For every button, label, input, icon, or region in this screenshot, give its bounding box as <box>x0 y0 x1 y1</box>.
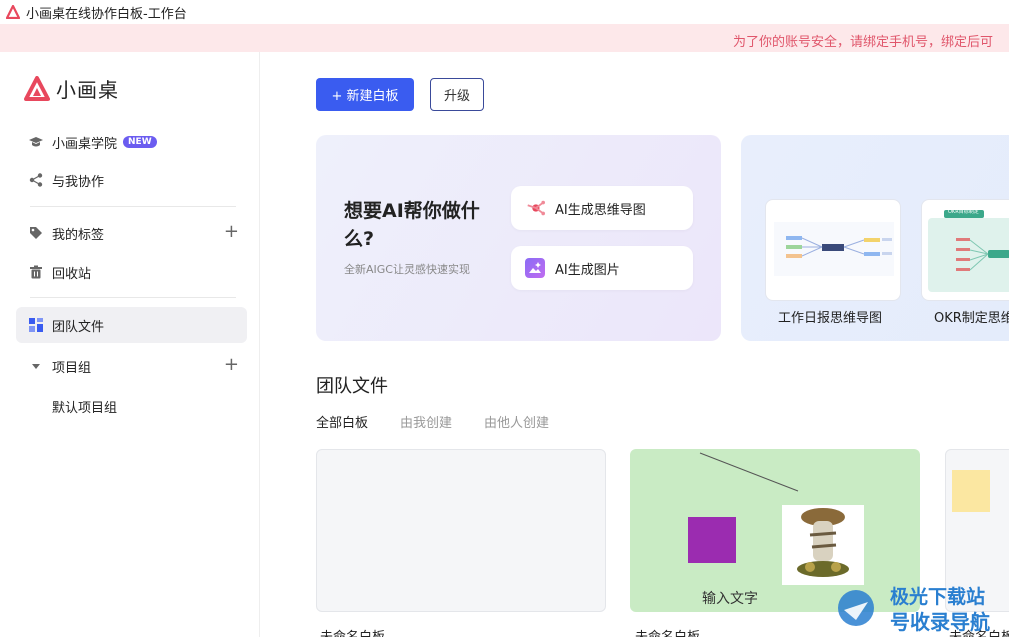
ai-option-label: AI生成思维导图 <box>555 202 646 218</box>
sidebar-item-label: 项目组 <box>52 360 92 376</box>
board-label: 未命名白板 <box>320 626 385 637</box>
brand-name: 小画桌 <box>56 78 119 102</box>
brand[interactable]: 小画桌 <box>24 74 119 103</box>
sidebar-divider <box>30 206 236 207</box>
sidebar-item-academy[interactable]: 小画桌学院 NEW <box>16 124 247 160</box>
sidebar-item-label: 我的标签 <box>52 227 105 243</box>
app-logo-icon <box>6 5 20 19</box>
ai-card: 想要AI帮你做什么? 全新AIGC让灵感快速实现 AI生成思维导图 AI生成图片 <box>316 135 721 341</box>
sidebar-item-default-project[interactable]: 默认项目组 <box>16 388 247 424</box>
sidebar-item-label: 默认项目组 <box>52 400 118 416</box>
watermark-text-bottom: 号收录导航 <box>890 610 990 634</box>
sidebar-item-label: 小画桌学院 <box>52 136 118 152</box>
mindmap-ai-icon <box>525 198 545 218</box>
tag-icon <box>28 225 44 241</box>
ai-subtitle: 全新AIGC让灵感快速实现 <box>344 263 470 276</box>
graduation-cap-icon <box>28 134 44 150</box>
new-board-button[interactable]: + 新建白板 <box>316 78 414 111</box>
add-project-icon[interactable]: + <box>224 356 239 374</box>
trash-icon <box>28 264 44 280</box>
board-card[interactable] <box>316 449 606 612</box>
brand-logo-icon <box>24 75 50 101</box>
ai-image-button[interactable]: AI生成图片 <box>511 246 693 290</box>
sidebar-item-tags[interactable]: 我的标签 + <box>16 215 247 251</box>
tab-created-by-me[interactable]: 由我创建 <box>400 412 452 431</box>
banner-text: 为了你的账号安全，请绑定手机号，绑定后可 <box>733 35 994 50</box>
file-tabs: 全部白板 由我创建 由他人创建 <box>316 412 581 431</box>
board-label: 未命名白板 <box>635 626 700 637</box>
window-titlebar: 小画桌在线协作白板-工作台 <box>0 0 1009 24</box>
section-title: 团队文件 <box>316 376 388 397</box>
site-watermark: 极光下载站 号收录导航 <box>826 580 1009 637</box>
sidebar-item-label: 团队文件 <box>52 319 105 335</box>
sidebar-item-label: 回收站 <box>52 266 92 282</box>
okr-thumbnail-title: OKR目标制定 <box>948 209 979 215</box>
sidebar-item-label: 与我协作 <box>52 174 105 190</box>
main-content: + 新建白板 升级 想要AI帮你做什么? 全新AIGC让灵感快速实现 AI生成思… <box>260 52 1009 637</box>
template-thumb-okr[interactable]: OKR目标制定 <box>921 199 1009 301</box>
sidebar-item-team-files[interactable]: 团队文件 <box>16 307 247 343</box>
tab-created-by-others[interactable]: 由他人创建 <box>484 412 549 431</box>
new-badge: NEW <box>123 136 157 148</box>
sidebar-item-trash[interactable]: 回收站 <box>16 254 247 290</box>
tab-all-boards[interactable]: 全部白板 <box>316 412 368 431</box>
template-card: 工作日报思维导图 OKR目标制定 OKR制定思维导图 <box>741 135 1009 341</box>
sidebar-item-project-group[interactable]: 项目组 + <box>16 348 247 384</box>
ai-option-label: AI生成图片 <box>555 262 620 278</box>
ai-title: 想要AI帮你做什么? <box>344 200 480 250</box>
upgrade-button[interactable]: 升级 <box>430 78 484 111</box>
sidebar-item-collab[interactable]: 与我协作 <box>16 162 247 198</box>
board-text: 输入文字 <box>702 591 758 607</box>
ai-mindmap-button[interactable]: AI生成思维导图 <box>511 186 693 230</box>
security-banner[interactable]: 为了你的账号安全，请绑定手机号，绑定后可 <box>0 24 1009 52</box>
template-label: OKR制定思维导图 <box>934 311 1009 326</box>
watermark-text-top: 极光下载站 <box>890 586 986 608</box>
template-thumb-daily[interactable] <box>765 199 901 301</box>
mindmap-thumbnail <box>774 222 894 276</box>
template-label: 工作日报思维导图 <box>778 311 883 326</box>
image-ai-icon <box>525 258 545 278</box>
caret-down-icon <box>28 358 44 374</box>
window-title: 小画桌在线协作白板-工作台 <box>26 6 187 22</box>
sidebar-divider <box>30 297 236 298</box>
share-icon <box>28 172 44 188</box>
add-tag-icon[interactable]: + <box>224 223 239 241</box>
sidebar: 小画桌 小画桌学院 NEW 与我协作 我的标签 + 回收站 团队文件 项目组 +… <box>0 52 260 637</box>
grid-icon <box>28 317 44 333</box>
